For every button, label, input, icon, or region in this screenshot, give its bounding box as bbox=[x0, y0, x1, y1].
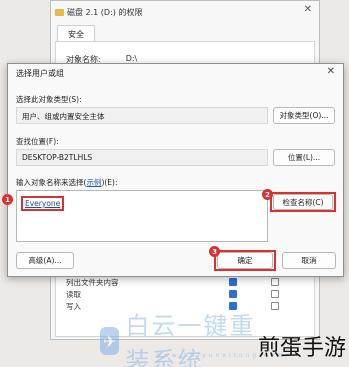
names-label-suffix: )(E): bbox=[101, 178, 118, 187]
ok-button[interactable]: 确定 bbox=[217, 252, 273, 269]
deny-checkbox[interactable] bbox=[271, 302, 279, 310]
check-names-button[interactable]: 检查名称(C) bbox=[273, 194, 333, 210]
step-badge-3: 3 bbox=[209, 246, 220, 257]
names-label-prefix: 输入对象名称来选择( bbox=[16, 178, 87, 187]
tab-security[interactable]: 安全 bbox=[57, 25, 95, 42]
permission-row: 列出文件夹内容 bbox=[66, 276, 306, 288]
brand-text: 煎蛋手游 bbox=[258, 336, 347, 361]
object-type-field: 用户、组或内置安全主体 bbox=[16, 107, 268, 124]
folder-icon bbox=[55, 8, 64, 16]
object-names-input[interactable]: Everyone bbox=[16, 190, 268, 242]
step-badge-2: 2 bbox=[262, 189, 273, 200]
deny-checkbox[interactable] bbox=[271, 290, 279, 298]
permission-label: 列出文件夹内容 bbox=[66, 277, 119, 287]
location-label: 查找位置(F): bbox=[16, 137, 59, 146]
permissions-title-text: 磁盘 2.1 (D:) 的权限 bbox=[67, 7, 143, 17]
advanced-button[interactable]: 高级(A)... bbox=[16, 252, 74, 269]
select-users-dialog: 选择用户或组 ✕ 选择此对象类型(S): 用户、组或内置安全主体 对象类型(O)… bbox=[2, 63, 344, 277]
object-type-label: 选择此对象类型(S): bbox=[16, 95, 82, 104]
entered-object-name: Everyone bbox=[21, 196, 65, 211]
locations-button[interactable]: 位置(L)... bbox=[273, 149, 335, 166]
permissions-window-title: 磁盘 2.1 (D:) 的权限 bbox=[55, 5, 142, 19]
object-types-button[interactable]: 对象类型(O)... bbox=[273, 107, 335, 124]
deny-checkbox[interactable] bbox=[271, 278, 279, 286]
allow-checkbox[interactable] bbox=[229, 290, 237, 298]
names-label: 输入对象名称来选择(示例)(E): bbox=[16, 177, 117, 188]
permission-label: 写入 bbox=[66, 301, 81, 311]
step-badge-1: 1 bbox=[2, 194, 13, 205]
bird-logo-icon: ✈ bbox=[100, 327, 120, 355]
close-icon[interactable]: ✕ bbox=[327, 66, 335, 77]
cancel-button[interactable]: 取消 bbox=[282, 252, 336, 269]
dialog-title: 选择用户或组 bbox=[16, 69, 64, 78]
location-field: DESKTOP-B2TLHLS bbox=[16, 149, 268, 166]
close-icon[interactable]: ✕ bbox=[304, 4, 312, 15]
permission-label: 读取 bbox=[66, 289, 81, 299]
examples-link[interactable]: 示例 bbox=[86, 178, 101, 187]
permission-row: 读取 bbox=[66, 288, 306, 300]
allow-checkbox[interactable] bbox=[229, 278, 237, 286]
